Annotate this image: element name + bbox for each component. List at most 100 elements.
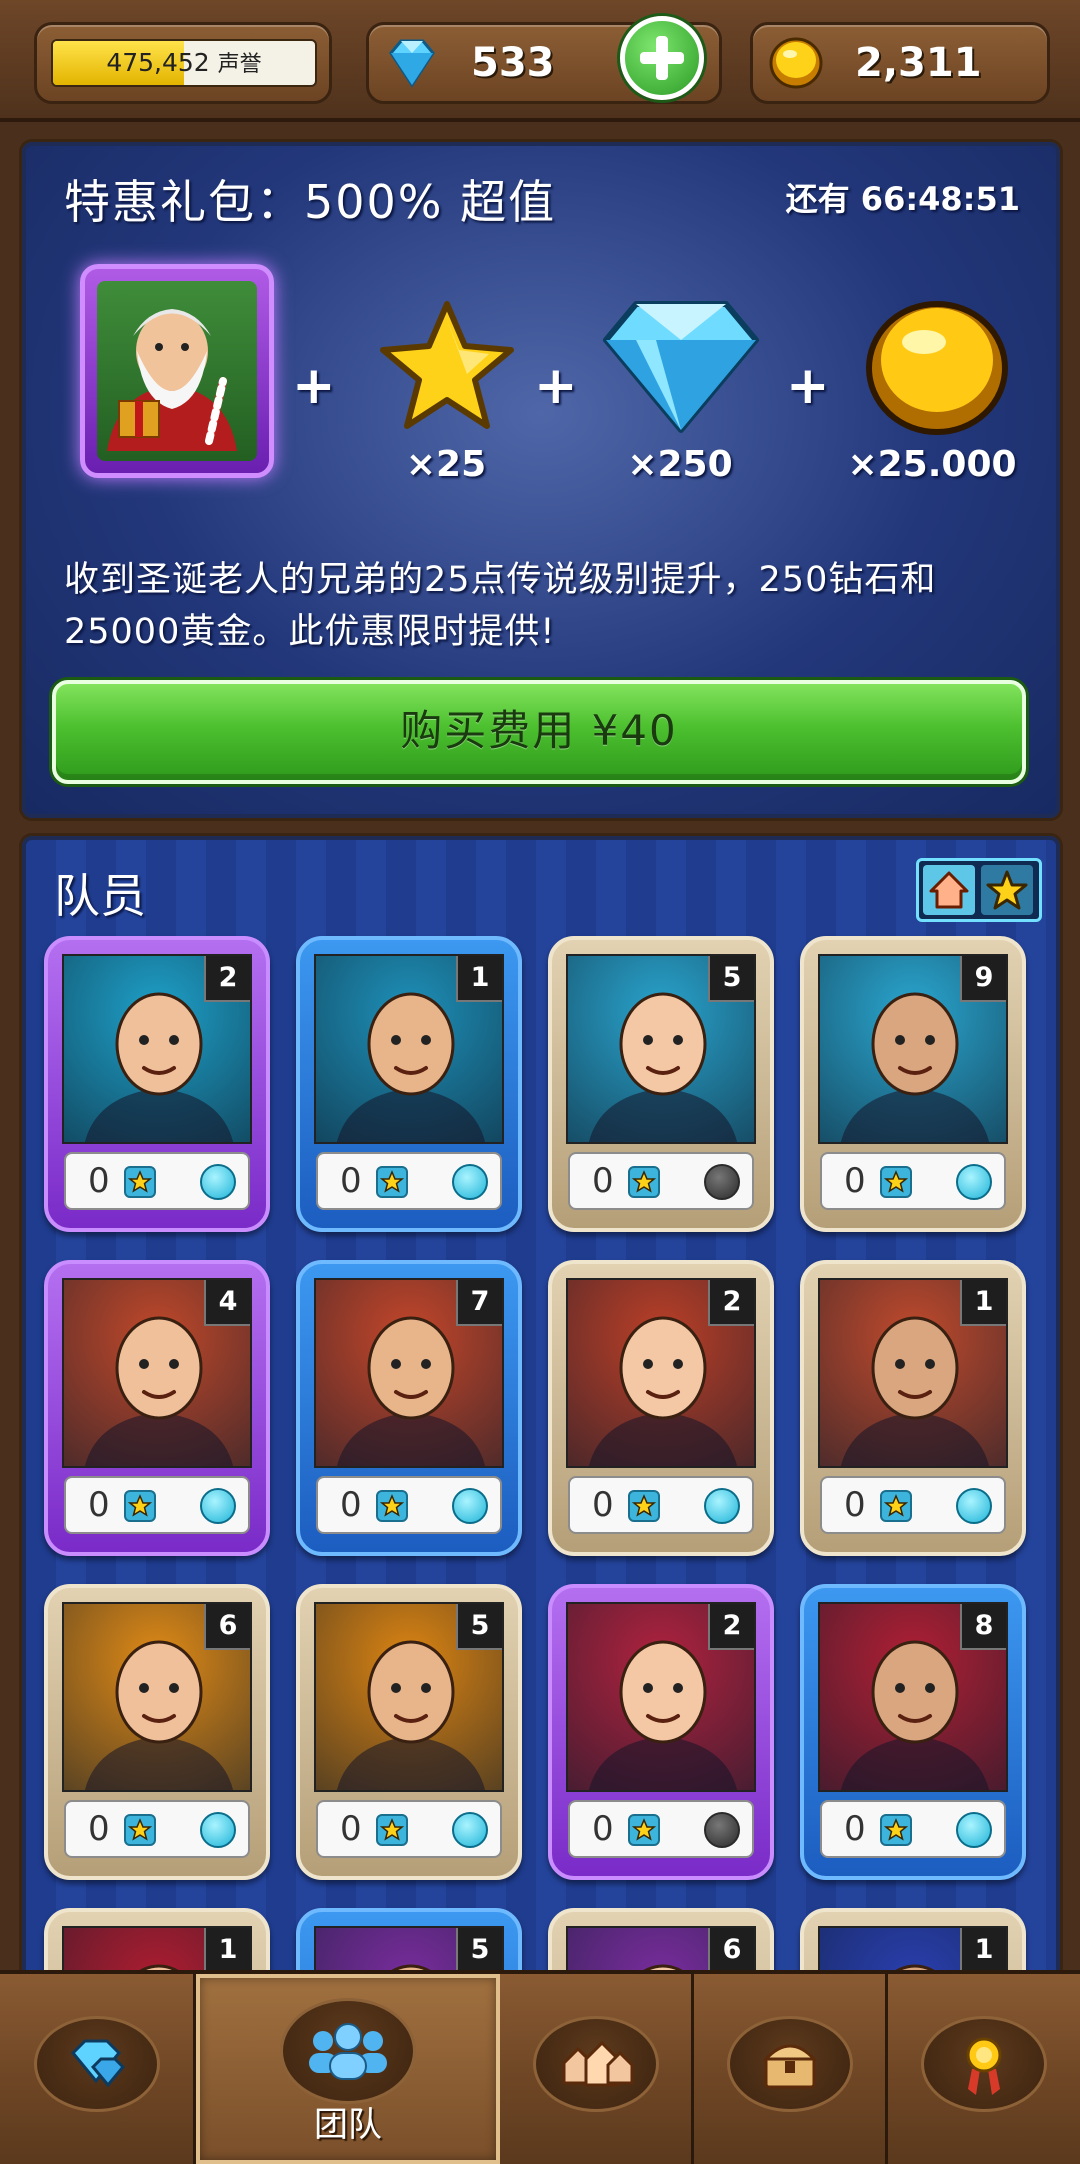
offer-qty-gold: ×25.000	[847, 444, 1017, 485]
star-icon	[376, 1814, 408, 1846]
member-portrait: 2	[566, 1278, 756, 1468]
team-member-card[interactable]: 20	[548, 1260, 774, 1556]
star-icon	[880, 1814, 912, 1846]
member-star-count: 0	[340, 1485, 362, 1525]
status-orb-icon	[452, 1164, 488, 1200]
sort-by-building-button[interactable]	[923, 865, 975, 915]
member-level-badge: 1	[204, 1928, 250, 1974]
offer-timer: 还有 66:48:51	[785, 180, 1020, 218]
member-star-count: 0	[844, 1161, 866, 1201]
nav-tab-achievements[interactable]	[888, 1974, 1080, 2164]
offer-description: 收到圣诞老人的兄弟的25点传说级别提升，250钻石和25000黄金。此优惠限时提…	[64, 560, 937, 652]
team-member-card[interactable]: 20	[44, 936, 270, 1232]
member-star-count: 0	[844, 1485, 866, 1525]
star-icon	[124, 1490, 156, 1522]
member-portrait: 8	[818, 1602, 1008, 1792]
member-portrait: 2	[62, 954, 252, 1144]
bottom-navigation: 团队	[0, 1970, 1080, 2164]
offer-title: 特惠礼包：500% 超值	[64, 175, 557, 229]
member-star-count: 0	[592, 1809, 614, 1849]
team-member-card[interactable]: 60	[44, 1584, 270, 1880]
member-level-badge: 5	[456, 1604, 502, 1650]
nav-tab-chest[interactable]	[694, 1974, 888, 2164]
member-stats-bar: 0	[568, 1476, 754, 1534]
member-stats-bar: 0	[820, 1800, 1006, 1858]
team-member-card[interactable]: 80	[800, 1584, 1026, 1880]
member-star-count: 0	[592, 1161, 614, 1201]
member-portrait: 5	[566, 954, 756, 1144]
star-icon	[376, 1166, 408, 1198]
member-portrait: 4	[62, 1278, 252, 1468]
member-level-badge: 1	[960, 1928, 1006, 1974]
star-icon	[376, 1490, 408, 1522]
member-stats-bar: 0	[568, 1152, 754, 1210]
nav-tab-shop[interactable]	[0, 1974, 196, 2164]
member-stats-bar: 0	[316, 1476, 502, 1534]
member-level-badge: 5	[708, 956, 754, 1002]
member-portrait: 9	[818, 954, 1008, 1144]
member-portrait: 2	[566, 1602, 756, 1792]
plus-sign: +	[786, 356, 830, 416]
status-orb-icon	[704, 1164, 740, 1200]
member-star-count: 0	[844, 1809, 866, 1849]
team-member-card[interactable]: 90	[800, 936, 1026, 1232]
plus-sign: +	[534, 356, 578, 416]
offer-qty-diamonds: ×250	[627, 444, 733, 485]
member-level-badge: 2	[708, 1604, 754, 1650]
chest-icon	[762, 2044, 817, 2089]
member-portrait: 6	[62, 1602, 252, 1792]
add-gems-button[interactable]	[620, 16, 704, 100]
team-member-card[interactable]: 50	[296, 1584, 522, 1880]
offer-item-star	[362, 296, 532, 456]
status-orb-icon	[200, 1488, 236, 1524]
status-orb-icon	[200, 1812, 236, 1848]
member-level-badge: 6	[204, 1604, 250, 1650]
member-level-badge: 5	[456, 1928, 502, 1974]
team-member-card[interactable]: 50	[548, 936, 774, 1232]
team-member-card[interactable]: 10	[296, 936, 522, 1232]
star-icon	[628, 1490, 660, 1522]
member-stats-bar: 0	[568, 1800, 754, 1858]
member-level-badge: 1	[960, 1280, 1006, 1326]
santa-brother-card	[80, 264, 274, 478]
member-stats-bar: 0	[64, 1800, 250, 1858]
house-icon	[929, 871, 969, 909]
star-icon	[880, 1166, 912, 1198]
member-level-badge: 2	[708, 1280, 754, 1326]
status-orb-icon	[704, 1488, 740, 1524]
member-level-badge: 1	[456, 956, 502, 1002]
team-member-card[interactable]: 70	[296, 1260, 522, 1556]
team-member-card[interactable]: 10	[800, 1260, 1026, 1556]
member-stats-bar: 0	[820, 1152, 1006, 1210]
gems-count: 533	[471, 40, 555, 86]
team-member-card[interactable]: 20	[548, 1584, 774, 1880]
member-level-badge: 2	[204, 956, 250, 1002]
village-icon	[562, 2040, 633, 2087]
member-level-badge: 8	[960, 1604, 1006, 1650]
nav-tab-team[interactable]: 团队	[196, 1974, 500, 2164]
status-orb-icon	[452, 1812, 488, 1848]
nav-tab-team-label: 团队	[314, 2105, 382, 2145]
status-orb-icon	[704, 1812, 740, 1848]
member-stats-bar: 0	[820, 1476, 1006, 1534]
nav-tab-village[interactable]	[500, 1974, 694, 2164]
member-star-count: 0	[340, 1809, 362, 1849]
reputation-panel[interactable]: 475,452 声誉	[34, 22, 332, 104]
buy-offer-button[interactable]: 购买费用 ¥40	[52, 680, 1026, 784]
sort-by-stars-button[interactable]	[981, 865, 1033, 915]
member-stats-bar: 0	[316, 1152, 502, 1210]
team-icon	[309, 2023, 387, 2080]
team-member-card[interactable]: 40	[44, 1260, 270, 1556]
member-level-badge: 4	[204, 1280, 250, 1326]
member-star-count: 0	[88, 1161, 110, 1201]
member-level-badge: 9	[960, 956, 1006, 1002]
team-title: 队员	[54, 869, 146, 923]
offer-item-gold	[852, 296, 1022, 456]
gold-panel[interactable]: 2,311	[750, 22, 1050, 104]
star-icon	[880, 1490, 912, 1522]
status-orb-icon	[956, 1812, 992, 1848]
offer-item-diamonds	[596, 296, 766, 456]
member-star-count: 0	[88, 1809, 110, 1849]
reputation-bar: 475,452 声誉	[51, 39, 317, 87]
member-portrait: 1	[314, 954, 504, 1144]
